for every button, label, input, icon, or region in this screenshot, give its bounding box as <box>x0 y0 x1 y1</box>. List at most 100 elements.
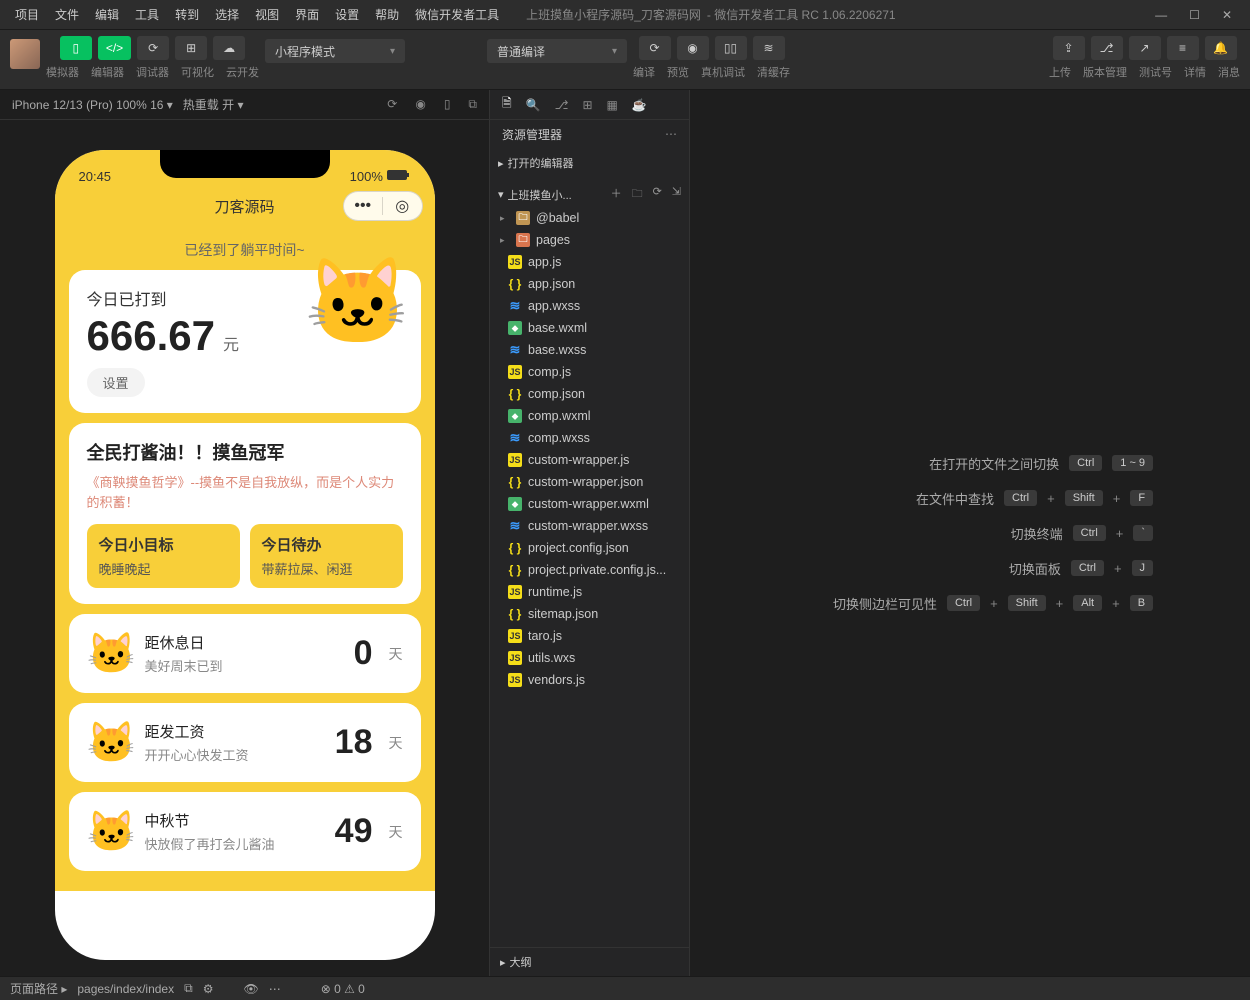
ext-icon[interactable]: ⊞ <box>582 98 592 112</box>
tree-file[interactable]: { }project.private.config.js... <box>490 559 689 581</box>
path-label[interactable]: 页面路径 ▸ <box>10 980 67 997</box>
remote-debug-btn[interactable]: ▯▯ <box>715 36 747 60</box>
project-section[interactable]: ▾上班摸鱼小... ＋🗀⟳⇲ <box>490 182 689 207</box>
window-controls: — ☐ ✕ <box>1155 8 1242 22</box>
msg-btn[interactable]: 🔔 <box>1205 36 1237 60</box>
menu-item[interactable]: 视图 <box>248 2 286 27</box>
record-icon[interactable]: ◉ <box>415 97 425 112</box>
tree-file[interactable]: ⬥base.wxml <box>490 317 689 339</box>
menu-item[interactable]: 工具 <box>128 2 166 27</box>
tree-file[interactable]: ≋app.wxss <box>490 295 689 317</box>
tree-folder[interactable]: ▸🗀pages <box>490 229 689 251</box>
tree-file[interactable]: JSutils.wxs <box>490 647 689 669</box>
detail-btn[interactable]: ≡ <box>1167 36 1199 60</box>
avatar[interactable] <box>10 39 40 69</box>
tree-file[interactable]: JSruntime.js <box>490 581 689 603</box>
files-icon[interactable]: 🗎 <box>502 94 512 115</box>
tree-file[interactable]: JScustom-wrapper.js <box>490 449 689 471</box>
menu-item[interactable]: 界面 <box>288 2 326 27</box>
db-icon[interactable]: ▦ <box>607 98 618 112</box>
cat-icon: 🐱 <box>87 719 133 766</box>
menu-item[interactable]: 选择 <box>208 2 246 27</box>
capsule[interactable]: •••◎ <box>343 191 423 221</box>
more-status-icon[interactable]: ⋯ <box>269 982 281 996</box>
tree-file[interactable]: JSapp.js <box>490 251 689 273</box>
tree-file[interactable]: JStaro.js <box>490 625 689 647</box>
tree-file[interactable]: ⬥custom-wrapper.wxml <box>490 493 689 515</box>
toolbar: ▯ </> ⟳ ⊞ ☁ 模拟器编辑器调试器可视化云开发 小程序模式▾ 普通编译▾… <box>0 30 1250 90</box>
tree-file[interactable]: { }sitemap.json <box>490 603 689 625</box>
refresh-tree-icon[interactable]: ⟳ <box>653 185 662 204</box>
gear-icon[interactable]: ⚙ <box>203 982 214 996</box>
menu-item[interactable]: 微信开发者工具 <box>408 2 506 27</box>
tree-file[interactable]: { }custom-wrapper.json <box>490 471 689 493</box>
visual-btn[interactable]: ⊞ <box>175 36 207 60</box>
tree-file[interactable]: ⬥comp.wxml <box>490 405 689 427</box>
preview-btn[interactable]: ◉ <box>677 36 709 60</box>
menu-item[interactable]: 帮助 <box>368 2 406 27</box>
menu-item[interactable]: 项目 <box>8 2 46 27</box>
simulator-pane: iPhone 12/13 (Pro) 100% 16 ▾ 热重载 开 ▾ ⟳ ◉… <box>0 90 490 976</box>
titlebar-app: - 微信开发者工具 RC 1.06.2206271 <box>707 6 896 23</box>
titlebar-project: 上班摸鱼小程序源码_刀客源码网 <box>526 6 701 23</box>
tree-folder[interactable]: ▸🗀@babel <box>490 207 689 229</box>
tree-file[interactable]: JSvendors.js <box>490 669 689 691</box>
earnings-card: 今日已打到 666.67元 设置 🐱 <box>69 270 421 413</box>
clear-cache-btn[interactable]: ≋ <box>753 36 785 60</box>
open-editors-section[interactable]: ▸打开的编辑器 <box>490 152 689 174</box>
search-icon[interactable]: 🔍 <box>526 98 541 112</box>
refresh-icon[interactable]: ⟳ <box>387 97 397 112</box>
editor-btn[interactable]: </> <box>98 36 131 60</box>
notch <box>160 150 330 178</box>
upload-btn[interactable]: ⇪ <box>1053 36 1085 60</box>
explorer-title: 资源管理器 <box>502 126 562 143</box>
simulator-btn[interactable]: ▯ <box>60 36 92 60</box>
outline-section[interactable]: ▸大纲 <box>490 947 689 976</box>
copy-path-icon[interactable]: ⧉ <box>184 981 193 996</box>
compile-btn[interactable]: ⟳ <box>639 36 671 60</box>
tree-file[interactable]: { }app.json <box>490 273 689 295</box>
status-bar: 页面路径 ▸ pages/index/index ⧉ ⚙ 👁 ⋯ ⊗ 0 ⚠ 0 <box>0 976 1250 1000</box>
tree-file[interactable]: ≋base.wxss <box>490 339 689 361</box>
menu-item[interactable]: 编辑 <box>88 2 126 27</box>
debugger-btn[interactable]: ⟳ <box>137 36 169 60</box>
collapse-icon[interactable]: ⇲ <box>672 185 681 204</box>
maximize-icon[interactable]: ☐ <box>1189 8 1200 22</box>
hot-reload[interactable]: 热重载 开 ▾ <box>183 96 244 113</box>
copy-icon[interactable]: ⧉ <box>468 97 477 112</box>
branch-icon[interactable]: ⎇ <box>555 98 569 112</box>
goal-box: 今日小目标晚睡晚起 <box>87 524 240 588</box>
countdown-card: 🐱 距休息日美好周末已到 0天 <box>69 614 421 693</box>
device-selector[interactable]: iPhone 12/13 (Pro) 100% 16 ▾ <box>12 98 173 112</box>
menu-item[interactable]: 设置 <box>328 2 366 27</box>
menu-item[interactable]: 转到 <box>168 2 206 27</box>
countdown-card: 🐱 距发工资开开心心快发工资 18天 <box>69 703 421 782</box>
compile-dropdown[interactable]: 普通编译▾ <box>487 39 627 63</box>
phone-icon[interactable]: ▯ <box>444 97 451 112</box>
tree-file[interactable]: { }project.config.json <box>490 537 689 559</box>
tree-file[interactable]: ≋comp.wxss <box>490 427 689 449</box>
version-btn[interactable]: ⎇ <box>1091 36 1123 60</box>
errors[interactable]: ⊗ 0 ⚠ 0 <box>321 982 365 996</box>
settings-btn[interactable]: 设置 <box>87 368 145 397</box>
cloud-btn[interactable]: ☁ <box>213 36 245 60</box>
eye-icon[interactable]: 👁 <box>243 982 258 996</box>
minimize-icon[interactable]: — <box>1155 8 1167 22</box>
tree-file[interactable]: ≋custom-wrapper.wxss <box>490 515 689 537</box>
tree-file[interactable]: JScomp.js <box>490 361 689 383</box>
cup-icon[interactable]: ☕ <box>632 98 647 112</box>
menubar: 项目文件编辑工具转到选择视图界面设置帮助微信开发者工具 上班摸鱼小程序源码_刀客… <box>0 0 1250 30</box>
status-time: 20:45 <box>79 169 112 184</box>
more-icon[interactable]: ⋯ <box>665 127 677 141</box>
tree-file[interactable]: { }comp.json <box>490 383 689 405</box>
page-path[interactable]: pages/index/index <box>77 982 174 996</box>
champion-card: 全民打酱油！！摸鱼冠军 《商鞅摸鱼哲学》--摸鱼不是自我放纵，而是个人实力的积蓄… <box>69 423 421 604</box>
app-title: 刀客源码 <box>214 196 274 217</box>
new-folder-icon[interactable]: 🗀 <box>632 185 643 204</box>
close-icon[interactable]: ✕ <box>1222 8 1232 22</box>
menu-item[interactable]: 文件 <box>48 2 86 27</box>
explorer: 🗎 🔍 ⎇ ⊞ ▦ ☕ 资源管理器⋯ ▸打开的编辑器 ▾上班摸鱼小... ＋🗀⟳… <box>490 90 690 976</box>
test-btn[interactable]: ↗ <box>1129 36 1161 60</box>
mode-dropdown[interactable]: 小程序模式▾ <box>265 39 405 63</box>
new-file-icon[interactable]: ＋ <box>611 185 622 204</box>
